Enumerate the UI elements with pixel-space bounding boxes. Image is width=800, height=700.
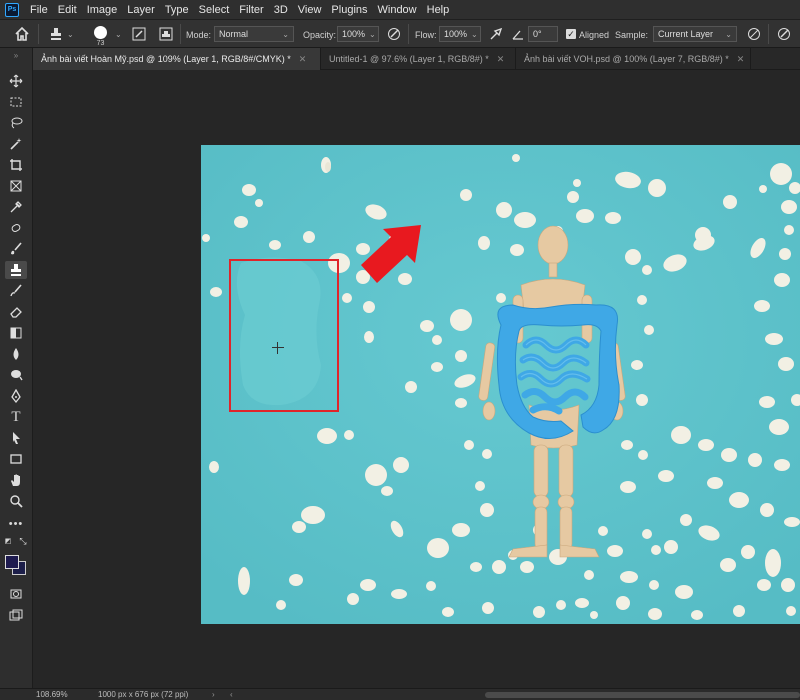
marquee-icon[interactable] — [5, 93, 27, 111]
screen-mode-icon[interactable] — [5, 606, 27, 624]
opacity-label: Opacity: — [303, 29, 337, 40]
menu-3d[interactable]: 3D — [269, 4, 293, 16]
path-select-icon[interactable] — [5, 429, 27, 447]
zoom-level[interactable]: 108.69% — [36, 690, 68, 699]
move-icon[interactable] — [5, 72, 27, 90]
options-bar: ⌄ 73 ⌄ Mode: Normal ⌄ Opacity: 100% ⌄ Flow… — [0, 19, 800, 48]
sample-dropdown[interactable]: Current Layer ⌄ — [653, 26, 737, 42]
sample-value: Current Layer — [658, 29, 714, 39]
chevron-down-icon: ⌄ — [725, 29, 732, 39]
frame-icon[interactable] — [5, 177, 27, 195]
brush-size-picker[interactable]: 73 — [94, 22, 107, 51]
flow-field[interactable]: 100% ⌄ — [439, 26, 481, 42]
close-icon[interactable]: ✕ — [497, 54, 505, 65]
mode-dropdown[interactable]: Normal ⌄ — [214, 26, 294, 42]
tool-preset-chevron-icon[interactable]: ⌄ — [67, 20, 74, 49]
crop-icon[interactable] — [5, 156, 27, 174]
menu-filter[interactable]: Filter — [234, 4, 268, 16]
chevron-down-icon: ⌄ — [369, 29, 376, 39]
tab-document-3[interactable]: Ảnh bài viết VOH.psd @ 100% (Layer 7, RG… — [516, 48, 751, 70]
scroll-left-icon[interactable]: ‹ — [230, 690, 233, 699]
flow-label: Flow: — [415, 29, 437, 40]
magic-wand-icon[interactable] — [5, 135, 27, 153]
close-icon[interactable]: ✕ — [299, 54, 307, 65]
brush-size-label: 73 — [96, 40, 105, 47]
eyedropper-icon[interactable] — [5, 198, 27, 216]
status-chevron-icon[interactable]: › — [212, 690, 215, 699]
tab-document-1[interactable]: Ảnh bài viết Hoàn Mỹ.psd @ 109% (Layer 1… — [33, 48, 321, 70]
angle-field[interactable]: 0° — [528, 26, 558, 42]
home-icon[interactable] — [14, 26, 30, 42]
menu-plugins[interactable]: Plugins — [326, 4, 372, 16]
opacity-value: 100% — [342, 29, 366, 39]
chevron-down-icon: ⌄ — [282, 29, 289, 39]
menu-type[interactable]: Type — [160, 4, 194, 16]
menu-view[interactable]: View — [293, 4, 327, 16]
mode-label: Mode: — [186, 29, 212, 40]
menu-select[interactable]: Select — [194, 4, 235, 16]
gradient-icon[interactable] — [5, 324, 27, 342]
mode-value: Normal — [219, 29, 249, 39]
menu-edit[interactable]: Edit — [53, 4, 82, 16]
pen-icon[interactable] — [5, 387, 27, 405]
healing-icon[interactable] — [5, 219, 27, 237]
clone-stamp-icon[interactable] — [5, 261, 27, 279]
pressure-size-icon[interactable] — [776, 26, 792, 42]
eraser-icon[interactable] — [5, 303, 27, 321]
sample-label: Sample: — [615, 29, 649, 40]
dodge-icon[interactable] — [5, 366, 27, 384]
angle-icon — [510, 26, 526, 42]
tools-panel: » T ••• ◩ ⤡ — [0, 48, 33, 688]
default-colors-icon[interactable]: ◩ — [3, 536, 13, 546]
menu-layer[interactable]: Layer — [122, 4, 160, 16]
aligned-checkbox[interactable]: ✓ — [566, 29, 576, 39]
airbrush-icon[interactable] — [488, 26, 504, 42]
more-icon[interactable]: ••• — [5, 515, 27, 533]
crosshair-cursor-icon — [272, 342, 284, 354]
pressure-opacity-icon[interactable] — [386, 26, 402, 42]
history-brush-icon[interactable] — [5, 282, 27, 300]
brush-settings-icon[interactable] — [131, 26, 147, 42]
aligned-label: Aligned — [579, 29, 610, 40]
hand-icon[interactable] — [5, 471, 27, 489]
menu-image[interactable]: Image — [82, 4, 123, 16]
zoom-icon[interactable] — [5, 492, 27, 510]
menu-bar: Ps File Edit Image Layer Type Select Fil… — [0, 0, 800, 19]
photoshop-logo-icon: Ps — [5, 2, 19, 17]
blur-icon[interactable] — [5, 345, 27, 363]
tab-label: Untitled-1 @ 97.6% (Layer 1, RGB/8#) * — [329, 54, 489, 64]
status-bar: 108.69% 1000 px x 676 px (72 ppi) › ‹ — [0, 688, 800, 700]
document-tab-bar: Ảnh bài viết Hoàn Mỹ.psd @ 109% (Layer 1… — [33, 48, 800, 70]
type-icon[interactable]: T — [5, 408, 27, 426]
clone-stamp-preset-icon[interactable] — [48, 26, 64, 42]
tab-label: Ảnh bài viết VOH.psd @ 100% (Layer 7, RG… — [524, 54, 729, 64]
brush-picker-chevron-icon[interactable]: ⌄ — [115, 20, 122, 49]
horizontal-scrollbar[interactable] — [485, 692, 800, 698]
document-size: 1000 px x 676 px (72 ppi) — [98, 690, 189, 699]
angle-value: 0° — [533, 29, 542, 39]
swap-colors-icon[interactable]: ⤡ — [17, 536, 29, 546]
tab-document-2[interactable]: Untitled-1 @ 97.6% (Layer 1, RGB/8#) * ✕ — [321, 48, 516, 70]
lasso-icon[interactable] — [5, 114, 27, 132]
clone-source-icon[interactable] — [158, 26, 174, 42]
brush-tip-icon — [94, 26, 107, 39]
foreground-color-swatch[interactable] — [5, 555, 19, 569]
clone-source-highlight — [229, 259, 339, 412]
menu-window[interactable]: Window — [373, 4, 422, 16]
menu-file[interactable]: File — [25, 4, 53, 16]
ignore-adjustment-layers-icon[interactable] — [746, 26, 762, 42]
quick-mask-icon[interactable] — [5, 585, 27, 603]
chevron-down-icon: ⌄ — [471, 29, 478, 39]
menu-help[interactable]: Help — [422, 4, 455, 16]
collapse-icon[interactable]: » — [5, 51, 27, 60]
flow-value: 100% — [444, 29, 468, 39]
opacity-field[interactable]: 100% ⌄ — [337, 26, 379, 42]
tab-label: Ảnh bài viết Hoàn Mỹ.psd @ 109% (Layer 1… — [41, 54, 291, 64]
rectangle-icon[interactable] — [5, 450, 27, 468]
brush-icon[interactable] — [5, 240, 27, 258]
close-icon[interactable]: ✕ — [737, 54, 745, 65]
